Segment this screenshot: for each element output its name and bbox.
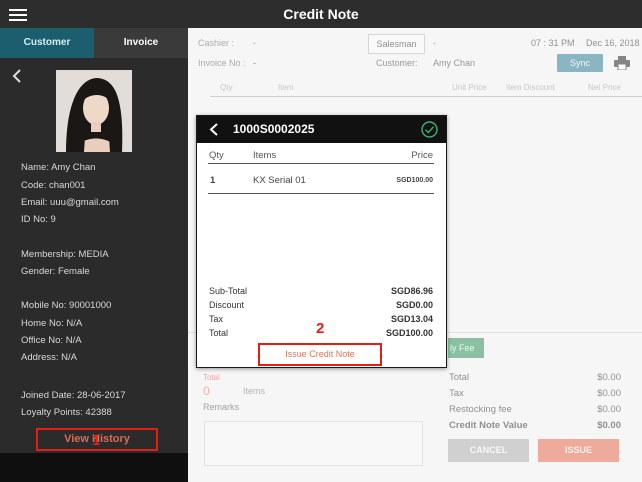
modal-header-divider [208,163,434,164]
top-bar: Credit Note [0,0,642,28]
modal-subtotal-value: SGD86.96 [390,286,433,296]
tab-invoice[interactable]: Invoice [94,28,188,58]
customer-email: Email: uuu@gmail.com [21,197,119,208]
modal-row-price: SGD100.00 [396,177,433,184]
customer-membership: Membership: MEDIA [21,249,109,260]
customer-name: Name: Amy Chan [21,162,96,173]
annotation-1: 1 [92,432,101,449]
customer-gender: Gender: Female [21,266,90,277]
modal-row-item: KX Serial 01 [253,175,306,186]
modal-discount-label: Discount [209,300,245,310]
view-history-bar [0,453,188,482]
page-title: Credit Note [283,6,359,22]
customer-mobile: Mobile No: 90001000 [21,300,112,311]
avatar [56,70,132,152]
customer-id: ID No: 9 [21,214,56,225]
modal-discount-value: SGD0.00 [395,300,433,310]
modal-col-price: Price [411,150,433,161]
modal-back-icon[interactable] [209,123,219,136]
issue-credit-note-button[interactable]: Issue Credit Note [258,343,382,366]
sidebar: Customer Invoice Name: Amy Chan Code: ch… [0,28,188,482]
modal-col-qty: Qty [209,150,224,161]
customer-office: Office No: N/A [21,335,82,346]
back-chevron-icon[interactable] [11,69,23,83]
customer-address: Address: N/A [21,352,77,363]
modal-header: 1000S0002025 [197,116,446,143]
modal-tax-value: SGD13.04 [390,314,433,324]
annotation-2: 2 [316,320,325,337]
customer-code: Code: chan001 [21,180,86,191]
modal-subtotal-label: Sub-Total [209,286,248,296]
modal-row-divider [208,193,434,194]
modal-title: 1000S0002025 [233,122,315,136]
customer-loyalty: Loyalty Points: 42388 [21,407,112,418]
customer-joined: Joined Date: 28-06-2017 [21,390,126,401]
tab-customer[interactable]: Customer [0,28,94,58]
check-circle-icon[interactable] [421,121,438,138]
modal-row-qty: 1 [210,175,216,186]
modal-total-value: SGD100.00 [385,328,433,338]
modal-col-items: Items [253,150,277,161]
modal-tax-label: Tax [209,314,224,324]
modal-total-label: Total [209,328,229,338]
customer-home: Home No: N/A [21,318,83,329]
